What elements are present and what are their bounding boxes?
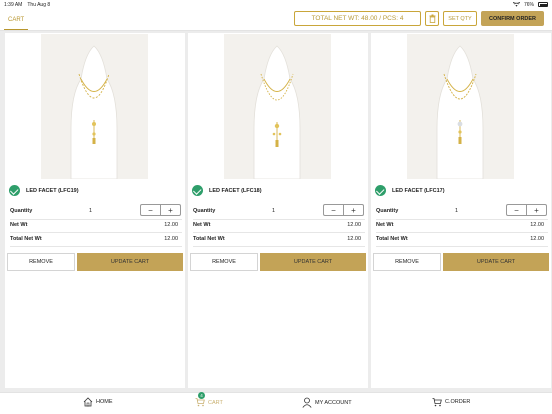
confirm-order-button[interactable]: CONFIRM ORDER <box>481 11 544 26</box>
tab-cart[interactable]: CART <box>4 10 29 30</box>
home-icon <box>83 397 93 407</box>
increment-button[interactable]: + <box>344 205 363 215</box>
total-net-weight-display: TOTAL NET WT: 48.00 / PCS: 4 <box>294 11 421 26</box>
net-wt-row: Net Wt 12.00 <box>10 222 182 228</box>
quantity-row: Quantity 1 − + <box>193 204 365 217</box>
total-net-wt-value: 12.00 <box>164 236 178 242</box>
product-image[interactable] <box>41 34 148 179</box>
product-name: LED FACET (LFC19) <box>26 187 79 194</box>
decrement-button[interactable]: − <box>324 205 344 215</box>
nav-cart-label: CART <box>208 400 223 406</box>
set-qty-button[interactable]: SET QTY <box>443 11 477 26</box>
cart-icon-wrapper: 4 <box>195 392 205 409</box>
selected-check-icon[interactable] <box>192 185 203 196</box>
top-bar: CART TOTAL NET WT: 48.00 / PCS: 4 SET QT… <box>0 9 552 31</box>
selected-check-icon[interactable] <box>9 185 20 196</box>
total-net-wt-value: 12.00 <box>530 236 544 242</box>
necklace-bust-image <box>224 34 331 179</box>
wifi-icon <box>512 2 520 7</box>
nav-home-label: HOME <box>96 399 113 405</box>
total-net-wt-label: Total Net Wt <box>193 236 225 242</box>
net-wt-label: Net Wt <box>193 222 211 228</box>
divider <box>376 246 548 247</box>
quantity-value: 1 <box>89 208 93 214</box>
net-wt-label: Net Wt <box>376 222 394 228</box>
product-name: LED FACET (LFC18) <box>209 187 262 194</box>
status-date: Thu Aug 8 <box>27 1 51 8</box>
total-net-wt-row: Total Net Wt 12.00 <box>376 236 548 242</box>
nav-c-order[interactable]: C.ORDER <box>432 397 470 407</box>
quantity-value: 1 <box>455 208 459 214</box>
quantity-row: Quantity 1 − + <box>10 204 182 217</box>
necklace-bust-image <box>41 34 148 179</box>
battery-percent: 76% <box>523 1 534 8</box>
net-wt-row: Net Wt 12.00 <box>193 222 365 228</box>
quantity-label: Quantity <box>376 208 399 214</box>
cart-item-card: LED FACET (LFC17) Quantity 1 − + Net Wt … <box>371 33 551 388</box>
net-wt-value: 12.00 <box>347 222 361 228</box>
clear-cart-button[interactable] <box>425 11 439 26</box>
increment-button[interactable]: + <box>527 205 546 215</box>
nav-cart[interactable]: 4 CART <box>195 392 223 409</box>
divider <box>376 232 548 233</box>
cart-item-card: LED FACET (LFC18) Quantity 1 − + Net Wt … <box>188 33 368 388</box>
quantity-row: Quantity 1 − + <box>376 204 548 217</box>
nav-account-label: MY ACCOUNT <box>315 399 352 406</box>
product-name: LED FACET (LFC17) <box>392 187 445 194</box>
product-image[interactable] <box>407 34 514 179</box>
quantity-stepper: − + <box>140 204 181 216</box>
total-net-wt-row: Total Net Wt 12.00 <box>10 236 182 242</box>
product-image[interactable] <box>224 34 331 179</box>
trash-icon <box>429 14 435 23</box>
update-cart-button[interactable]: UPDATE CART <box>443 253 549 271</box>
remove-button[interactable]: REMOVE <box>190 253 258 271</box>
status-time: 1:39 AM <box>4 1 23 8</box>
divider <box>10 219 182 220</box>
total-net-wt-label: Total Net Wt <box>376 236 408 242</box>
quantity-value: 1 <box>272 208 276 214</box>
net-wt-label: Net Wt <box>10 222 28 228</box>
quantity-label: Quantity <box>10 208 33 214</box>
status-bar: 1:39 AM Thu Aug 8 76% <box>0 0 552 9</box>
divider <box>10 246 182 247</box>
divider <box>193 232 365 233</box>
remove-button[interactable]: REMOVE <box>373 253 441 271</box>
order-cart-icon <box>432 398 442 407</box>
nav-my-account[interactable]: MY ACCOUNT <box>302 397 352 408</box>
increment-button[interactable]: + <box>161 205 180 215</box>
bottom-nav: HOME 4 CART MY ACCOUNT C.ORDER <box>0 392 552 414</box>
total-net-wt-row: Total Net Wt 12.00 <box>193 236 365 242</box>
divider <box>193 219 365 220</box>
net-wt-row: Net Wt 12.00 <box>376 222 548 228</box>
battery-icon <box>538 2 548 7</box>
cart-count-badge: 4 <box>198 392 205 399</box>
update-cart-button[interactable]: UPDATE CART <box>77 253 183 271</box>
divider <box>10 232 182 233</box>
decrement-button[interactable]: − <box>141 205 161 215</box>
net-wt-value: 12.00 <box>530 222 544 228</box>
necklace-bust-image <box>407 34 514 179</box>
update-cart-button[interactable]: UPDATE CART <box>260 253 366 271</box>
quantity-stepper: − + <box>506 204 547 216</box>
remove-button[interactable]: REMOVE <box>7 253 75 271</box>
quantity-label: Quantity <box>193 208 216 214</box>
divider <box>193 246 365 247</box>
total-net-wt-label: Total Net Wt <box>10 236 42 242</box>
nav-home[interactable]: HOME <box>83 397 113 407</box>
total-net-wt-value: 12.00 <box>347 236 361 242</box>
user-icon <box>302 397 312 408</box>
divider <box>376 219 548 220</box>
quantity-stepper: − + <box>323 204 364 216</box>
cart-item-card: LED FACET (LFC19) Quantity 1 − + Net Wt … <box>5 33 185 388</box>
nav-corder-label: C.ORDER <box>445 399 471 405</box>
selected-check-icon[interactable] <box>375 185 386 196</box>
decrement-button[interactable]: − <box>507 205 527 215</box>
net-wt-value: 12.00 <box>164 222 178 228</box>
